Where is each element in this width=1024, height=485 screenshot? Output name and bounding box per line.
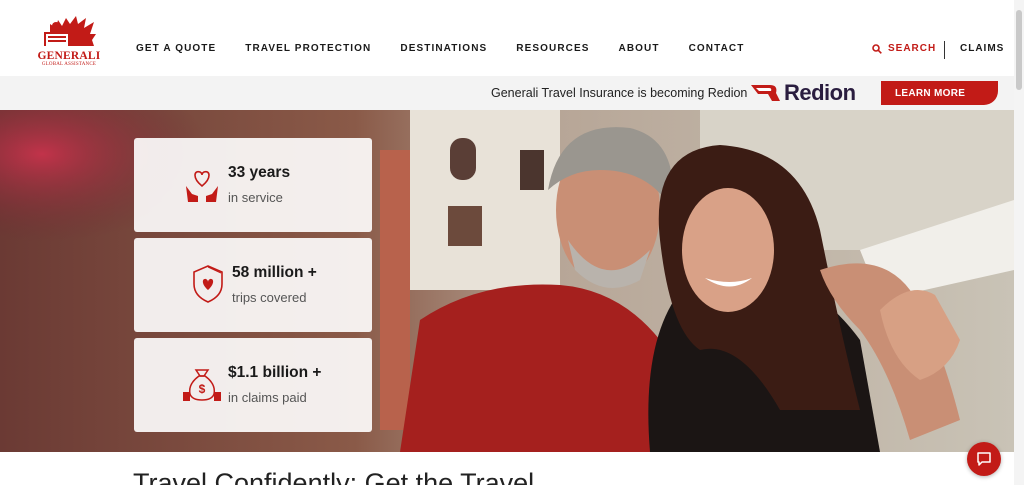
search-icon	[872, 43, 882, 54]
hero-section: 33 years in service 58 million + trips c…	[0, 110, 1014, 452]
stat-label: in service	[228, 190, 283, 205]
claims-link[interactable]: CLAIMS	[960, 43, 1004, 54]
winged-lion-icon	[44, 16, 96, 46]
search-button[interactable]: SEARCH	[872, 43, 936, 54]
money-bag-icon: $	[183, 369, 221, 401]
stat-label: in claims paid	[228, 390, 307, 405]
logo-subtitle: GLOBAL ASSISTANCE	[41, 62, 97, 67]
redion-wordmark: Redion	[784, 80, 856, 105]
stat-value: 58 million +	[232, 264, 317, 281]
page-scrollbar[interactable]	[1014, 0, 1024, 485]
stat-label: trips covered	[232, 290, 307, 305]
site-header: GENERALI GLOBAL ASSISTANCE GET A QUOTE T…	[0, 0, 1024, 76]
scrollbar-thumb[interactable]	[1016, 10, 1022, 90]
nav-destinations[interactable]: DESTINATIONS	[400, 43, 487, 54]
shield-heart-icon	[193, 265, 223, 303]
nav-travel-protection[interactable]: TRAVEL PROTECTION	[245, 43, 371, 54]
stat-card-trips: 58 million + trips covered	[134, 238, 372, 332]
main-nav: GET A QUOTE TRAVEL PROTECTION DESTINATIO…	[136, 43, 773, 54]
search-label: SEARCH	[888, 43, 937, 54]
banner-text: Generali Travel Insurance is becoming Re…	[491, 86, 748, 100]
generali-logo[interactable]: GENERALI GLOBAL ASSISTANCE	[36, 10, 102, 70]
redion-banner: Generali Travel Insurance is becoming Re…	[0, 76, 1014, 110]
stat-card-claims: $ $1.1 billion + in claims paid	[134, 338, 372, 432]
nav-get-a-quote[interactable]: GET A QUOTE	[136, 43, 216, 54]
chat-icon	[977, 452, 991, 466]
stat-value: $1.1 billion +	[228, 364, 322, 381]
learn-more-button[interactable]: LEARN MORE	[881, 81, 998, 105]
redion-mark-icon	[751, 85, 780, 101]
redion-logo: Redion	[750, 80, 856, 105]
nav-contact[interactable]: CONTACT	[689, 43, 745, 54]
nav-about[interactable]: ABOUT	[619, 43, 660, 54]
heart-hands-icon	[186, 170, 218, 202]
logo-brand: GENERALI	[37, 50, 101, 62]
stat-card-years: 33 years in service	[134, 138, 372, 232]
nav-resources[interactable]: RESOURCES	[516, 43, 589, 54]
svg-text:$: $	[199, 382, 206, 396]
chat-button[interactable]	[967, 442, 1001, 476]
stat-value: 33 years	[228, 164, 291, 181]
section-heading: Travel Confidently: Get the Travel	[133, 468, 535, 485]
header-divider	[944, 41, 945, 59]
